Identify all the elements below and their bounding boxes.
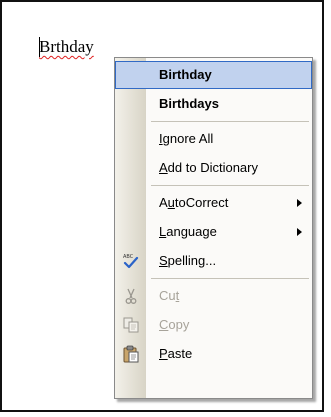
menu-item-paste[interactable]: Paste [115, 340, 312, 368]
language-label: Language [159, 224, 217, 239]
autocorrect-label: AutoCorrect [159, 195, 229, 210]
submenu-arrow-icon [297, 228, 302, 236]
menu-item-autocorrect[interactable]: AutoCorrect [115, 189, 312, 217]
scissors-icon [125, 288, 137, 304]
paste-label: Paste [159, 346, 193, 361]
menu-item-suggestion-birthdays[interactable]: Birthdays [115, 90, 312, 118]
svg-text:ABC: ABC [123, 254, 134, 260]
menu-item-suggestion-birthday[interactable]: Birthday [115, 61, 312, 89]
copy-label: Copy [159, 317, 190, 332]
suggestion-label: Birthday [159, 67, 212, 82]
paste-clipboard-icon [123, 345, 139, 363]
menu-item-cut[interactable]: Cut [115, 282, 312, 310]
spelling-label: Spelling... [159, 253, 217, 268]
spelling-context-menu: Birthday Birthdays Ignore All Add to Dic… [114, 57, 313, 399]
menu-item-copy[interactable]: Copy [115, 311, 312, 339]
menu-item-language[interactable]: Language [115, 218, 312, 246]
add-to-dictionary-label: Add to Dictionary [159, 160, 258, 175]
ignore-all-label: Ignore All [159, 131, 214, 146]
menu-item-add-to-dictionary[interactable]: Add to Dictionary [115, 154, 312, 182]
suggestion-label: Birthdays [159, 96, 219, 111]
menu-item-spelling[interactable]: ABC Spelling... [115, 247, 312, 275]
misspelled-word[interactable]: Brthday [39, 37, 94, 57]
menu-separator [151, 278, 309, 279]
menu-separator [151, 185, 309, 186]
menu-separator [151, 121, 309, 122]
abc-check-icon: ABC [123, 254, 139, 269]
cut-label: Cut [159, 288, 180, 303]
menu-item-ignore-all[interactable]: Ignore All [115, 125, 312, 153]
submenu-arrow-icon [297, 199, 302, 207]
copy-icon [123, 317, 139, 333]
